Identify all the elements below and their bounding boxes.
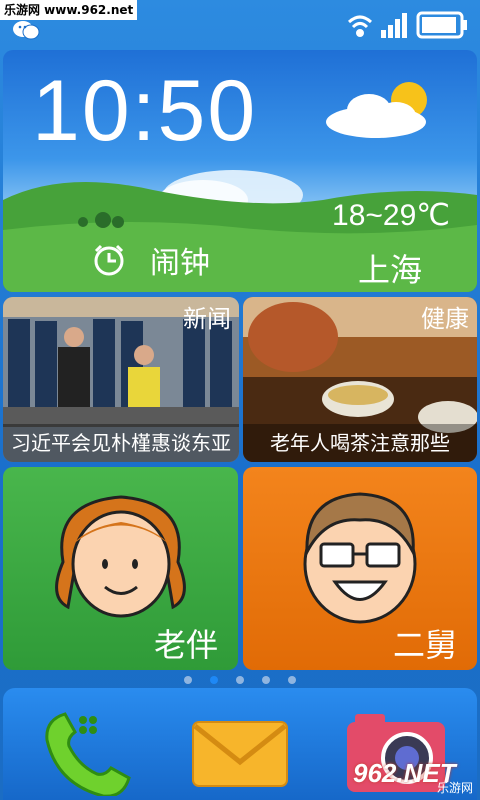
news-tile[interactable]: 新闻 习近平会见朴槿惠谈东亚 — [3, 297, 239, 462]
woman-avatar-icon — [55, 495, 186, 618]
alarm-label: 闹钟 — [150, 246, 210, 281]
page-dot[interactable] — [184, 676, 192, 684]
temperature-range: 18~29℃ — [332, 199, 450, 232]
page-indicator — [0, 676, 480, 686]
wifi-icon — [347, 15, 373, 37]
bottom-dock: 962.NET 乐游网 — [3, 688, 477, 800]
alarm-button[interactable]: 闹钟 — [92, 238, 210, 282]
logo-subtext: 乐游网 — [436, 781, 473, 795]
page-dot[interactable] — [262, 676, 270, 684]
page-dot[interactable] — [288, 676, 296, 684]
contact-tile-2[interactable]: 二舅 — [243, 467, 477, 670]
clock-time[interactable]: 10:50 — [32, 68, 257, 154]
message-icon[interactable] — [185, 700, 295, 796]
news-tag: 新闻 — [183, 305, 231, 333]
health-tile[interactable]: 健康 老年人喝茶注意那些 — [243, 297, 477, 462]
status-icons — [347, 11, 467, 39]
page-dot[interactable] — [210, 676, 218, 684]
watermark: 乐游网 www.962.net — [0, 0, 138, 20]
contact-name: 老伴 — [153, 626, 218, 664]
battery-icon — [416, 11, 467, 39]
page-dot[interactable] — [236, 676, 244, 684]
wechat-icon — [13, 21, 40, 40]
alarm-clock-icon — [94, 244, 124, 276]
city-name: 上海 — [357, 251, 422, 289]
health-tag: 健康 — [421, 305, 469, 333]
phone-icon[interactable] — [27, 700, 137, 796]
contact-name: 二舅 — [392, 626, 457, 664]
sunny-cloudy-icon — [326, 82, 427, 138]
man-avatar-icon — [303, 492, 417, 624]
signal-icon — [381, 13, 407, 38]
news-headline[interactable]: 习近平会见朴槿惠谈东亚 — [3, 424, 239, 462]
health-headline[interactable]: 老年人喝茶注意那些 — [243, 424, 477, 462]
contact-tile-1[interactable]: 老伴 — [3, 467, 238, 670]
site-logo: 962.NET 乐游网 — [353, 758, 473, 795]
status-bar: 乐游网 www.962.net — [0, 0, 480, 44]
